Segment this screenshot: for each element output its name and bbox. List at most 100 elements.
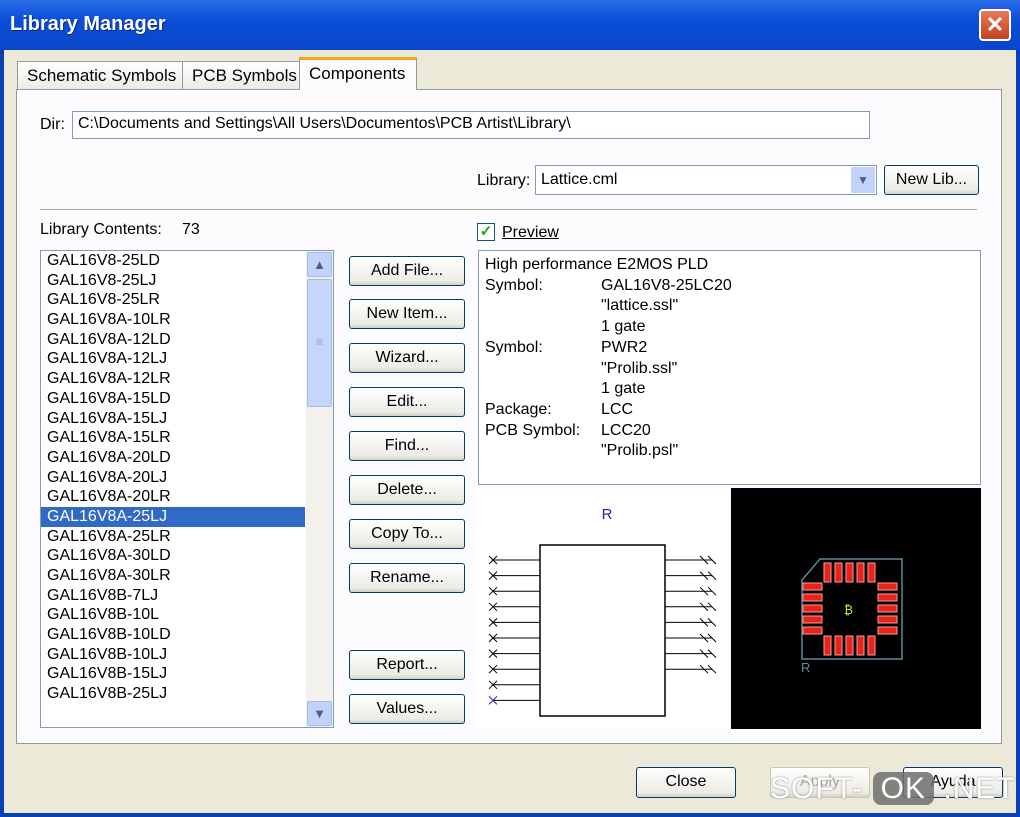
info-row: "Prolib.psl": [485, 441, 974, 462]
preview-checkbox[interactable]: ✓: [477, 223, 495, 241]
info-key: Package:: [485, 400, 552, 418]
list-item[interactable]: GAL16V8B-10L: [41, 605, 305, 625]
list-item[interactable]: GAL16V8-25LR: [41, 290, 305, 310]
pad: [877, 604, 898, 613]
list-item[interactable]: GAL16V8A-30LR: [41, 566, 305, 586]
pcb-preview: ₿ R: [731, 488, 981, 729]
info-key: Symbol:: [485, 276, 543, 294]
list-item[interactable]: GAL16V8A-12LR: [41, 369, 305, 389]
info-value: GAL16V8-25LC20: [601, 276, 732, 294]
list-item[interactable]: GAL16V8A-20LD: [41, 448, 305, 468]
find-button[interactable]: Find...: [349, 431, 465, 461]
pad: [802, 604, 823, 613]
new-item-button[interactable]: New Item...: [349, 299, 465, 329]
list-item[interactable]: GAL16V8A-15LJ: [41, 409, 305, 429]
info-value: "Prolib.ssl": [601, 359, 678, 377]
pad: [877, 593, 898, 602]
list-item[interactable]: GAL16V8A-30LD: [41, 546, 305, 566]
pad: [856, 635, 865, 656]
scroll-down-button[interactable]: ▼: [307, 701, 332, 726]
pad: [845, 562, 854, 583]
tab-components[interactable]: Components: [299, 57, 417, 90]
info-key: [485, 359, 601, 380]
list-item[interactable]: GAL16V8B-25LJ: [41, 684, 305, 704]
list-item[interactable]: GAL16V8B-10LJ: [41, 645, 305, 665]
info-value: "lattice.ssl": [601, 297, 679, 315]
list-item[interactable]: GAL16V8A-15LR: [41, 428, 305, 448]
library-select[interactable]: Lattice.cml ▼: [535, 165, 877, 195]
list-item[interactable]: GAL16V8A-10LR: [41, 310, 305, 330]
list-item[interactable]: GAL16V8B-15LJ: [41, 664, 305, 684]
info-row: 1 gate: [485, 379, 974, 400]
pad: [877, 626, 898, 635]
info-row: 1 gate: [485, 317, 974, 338]
scroll-up-button[interactable]: ▲: [307, 252, 332, 277]
close-button[interactable]: Close: [636, 767, 736, 798]
pad: [867, 562, 876, 583]
scroll-thumb[interactable]: ≡: [307, 279, 332, 407]
tab-schematic-symbols[interactable]: Schematic Symbols: [17, 61, 187, 89]
dir-label: Dir:: [40, 116, 65, 133]
schematic-preview: R: [478, 488, 729, 729]
list-item[interactable]: GAL16V8A-25LR: [41, 527, 305, 547]
tab-pcb-symbols[interactable]: PCB Symbols: [182, 61, 307, 89]
delete-button[interactable]: Delete...: [349, 475, 465, 505]
info-row: PCB Symbol: LCC20: [485, 421, 974, 442]
library-contents-list[interactable]: GAL16V8-25LD GAL16V8-25LJ GAL16V8-25LR GAL1…: [40, 250, 334, 728]
values-button[interactable]: Values...: [349, 694, 465, 724]
info-key: PCB Symbol:: [485, 421, 581, 439]
list-item[interactable]: GAL16V8-25LD: [41, 251, 305, 271]
close-window-button[interactable]: ✕: [979, 9, 1011, 41]
component-info: High performance E2MOS PLD Symbol: GAL16V…: [478, 250, 981, 485]
pad: [802, 582, 823, 591]
info-value: 1 gate: [601, 380, 646, 398]
info-row: "lattice.ssl": [485, 296, 974, 317]
info-key: Symbol:: [485, 338, 543, 356]
list-scrollbar[interactable]: ▲ ≡ ▼: [306, 251, 333, 727]
info-value: PWR2: [601, 338, 648, 356]
new-lib-button[interactable]: New Lib...: [884, 165, 979, 195]
pad: [877, 582, 898, 591]
copy-to-button[interactable]: Copy To...: [349, 519, 465, 549]
add-file-button[interactable]: Add File...: [349, 256, 465, 286]
pad: [823, 562, 832, 583]
pin1-marker: ₿: [844, 603, 853, 617]
schematic-body: [539, 544, 666, 717]
pad: [856, 562, 865, 583]
info-key: [485, 379, 601, 400]
info-row: "Prolib.ssl": [485, 359, 974, 380]
library-contents-count: 73: [182, 221, 200, 238]
list-item[interactable]: GAL16V8B-7LJ: [41, 586, 305, 606]
list-item[interactable]: GAL16V8A-15LD: [41, 389, 305, 409]
pad: [834, 635, 843, 656]
library-contents-label: Library Contents:: [40, 221, 162, 238]
rename-button[interactable]: Rename...: [349, 563, 465, 593]
wizard-button[interactable]: Wizard...: [349, 343, 465, 373]
pad: [802, 593, 823, 602]
pad: [867, 635, 876, 656]
list-item[interactable]: GAL16V8A-12LJ: [41, 349, 305, 369]
component-description: High performance E2MOS PLD: [485, 256, 709, 273]
list-item[interactable]: GAL16V8A-25LJ: [41, 506, 305, 527]
info-value: 1 gate: [601, 318, 646, 336]
list-item[interactable]: GAL16V8A-20LJ: [41, 468, 305, 488]
list-item[interactable]: GAL16V8A-20LR: [41, 487, 305, 507]
info-value: LCC20: [601, 421, 651, 439]
pad: [802, 626, 823, 635]
library-label: Library:: [477, 172, 531, 189]
watermark-logo: SOFT- OK .NET: [770, 772, 1016, 805]
list-item[interactable]: GAL16V8B-10LD: [41, 625, 305, 645]
divider: [40, 209, 977, 211]
pad: [802, 615, 823, 624]
pad: [877, 615, 898, 624]
pad: [823, 635, 832, 656]
info-row: Package: LCC: [485, 400, 974, 421]
dir-input[interactable]: C:\Documents and Settings\All Users\Docu…: [72, 111, 870, 139]
pad: [834, 562, 843, 583]
list-item[interactable]: GAL16V8A-12LD: [41, 330, 305, 350]
chevron-down-icon[interactable]: ▼: [851, 167, 875, 193]
list-item[interactable]: GAL16V8-25LJ: [41, 271, 305, 291]
edit-button[interactable]: Edit...: [349, 387, 465, 417]
report-button[interactable]: Report...: [349, 650, 465, 680]
info-key: [485, 317, 601, 338]
